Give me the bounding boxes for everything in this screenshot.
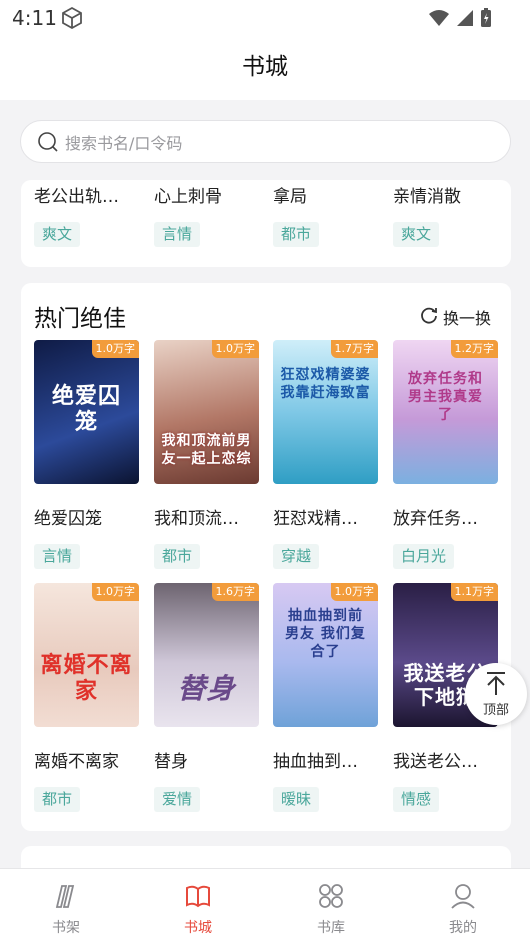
genre-tag: 言情 (34, 544, 81, 569)
cover-title: 我和顶流前男友一起上恋综 (161, 433, 252, 467)
refresh-icon (419, 305, 439, 329)
book-cover: 1.0万字 离婚不离家 (34, 583, 139, 727)
search-input[interactable]: 搜索书名/口令码 (20, 120, 511, 163)
wifi-icon (428, 9, 450, 31)
nav-label: 我的 (449, 920, 477, 936)
word-count-badge: 1.0万字 (91, 340, 139, 358)
nav-bookstore[interactable]: 书城 (132, 869, 264, 942)
bookstore-icon (186, 885, 210, 908)
word-count-badge: 1.7万字 (330, 340, 378, 358)
book-name: 亲情消散 (393, 187, 461, 207)
back-to-top-label: 顶部 (482, 703, 509, 718)
nav-bookshelf[interactable]: 书架 (0, 869, 132, 942)
nav-library[interactable]: 书库 (265, 869, 397, 942)
book-name: 拿局 (273, 187, 307, 207)
status-bar: 4:11 (0, 0, 530, 36)
recommend-card: 老公出轨… 爽文 心上刺骨 言情 拿局 都市 亲情消散 爽文 (21, 180, 511, 267)
book-cover: 1.2万字 放弃任务和男主我真爱了 (393, 340, 498, 484)
book-cover: 1.6万字 替身 (154, 583, 259, 727)
search-area: 搜索书名/口令码 (0, 100, 530, 180)
cover-title: 狂怼戏精婆婆 我靠赶海致富 (280, 367, 371, 401)
book-name: 心上刺骨 (154, 187, 222, 207)
genre-tag: 爽文 (393, 222, 440, 247)
genre-tag: 言情 (154, 222, 201, 247)
nav-label: 书城 (184, 920, 212, 936)
word-count-badge: 1.2万字 (450, 340, 498, 358)
book-cover: 1.0万字 抽血抽到前男友 我们复合了 (273, 583, 378, 727)
genre-tag: 都市 (154, 544, 201, 569)
arrow-up-icon (485, 671, 507, 701)
genre-tag: 暧昧 (273, 787, 320, 812)
genre-tag: 都市 (34, 787, 81, 812)
nav-label: 书库 (317, 920, 345, 936)
book-name: 老公出轨… (34, 187, 119, 207)
book-name: 抽血抽到… (273, 752, 358, 772)
genre-tag: 爽文 (34, 222, 81, 247)
word-count-badge: 1.1万字 (450, 583, 498, 601)
book-cover: 1.7万字 狂怼戏精婆婆 我靠赶海致富 (273, 340, 378, 484)
cube-icon (60, 6, 84, 34)
word-count-badge: 1.0万字 (91, 583, 139, 601)
refresh-label: 换一换 (442, 309, 491, 328)
search-placeholder: 搜索书名/口令码 (65, 134, 183, 153)
word-count-badge: 1.0万字 (211, 340, 259, 358)
hot-section: 热门绝佳 换一换 1.0万字 绝爱囚笼 绝爱囚笼 言情 1.0万字 我和顶流前男… (21, 283, 511, 831)
book-name: 离婚不离家 (34, 752, 119, 772)
status-time: 4:11 (12, 6, 57, 30)
genre-tag: 爱情 (154, 787, 201, 812)
genre-tag: 都市 (273, 222, 320, 247)
book-name: 替身 (154, 752, 188, 772)
bottom-nav: 书架 书城 书库 我的 (0, 868, 530, 942)
book-name: 我送老公… (393, 752, 478, 772)
signal-icon (456, 9, 474, 31)
book-name: 放弃任务… (393, 509, 478, 529)
battery-icon (480, 8, 492, 32)
bookshelf-icon (55, 885, 75, 908)
genre-tag: 情感 (393, 787, 440, 812)
book-cover: 1.0万字 绝爱囚笼 (34, 340, 139, 484)
refresh-button[interactable]: 换一换 (419, 305, 491, 329)
cover-title: 替身 (177, 672, 236, 705)
back-to-top-button[interactable]: 顶部 (465, 663, 527, 725)
cover-title: 离婚不离家 (40, 653, 133, 704)
book-name: 绝爱囚笼 (34, 509, 102, 529)
cover-title: 抽血抽到前男友 我们复合了 (285, 608, 366, 660)
book-name: 我和顶流… (154, 509, 239, 529)
cover-title: 绝爱囚笼 (51, 384, 121, 435)
book-name: 狂怼戏精… (273, 509, 358, 529)
search-icon (37, 131, 59, 157)
nav-profile[interactable]: 我的 (397, 869, 529, 942)
word-count-badge: 1.6万字 (211, 583, 259, 601)
library-icon (319, 884, 343, 908)
system-icons (428, 8, 492, 32)
section-title: 热门绝佳 (34, 306, 126, 332)
word-count-badge: 1.0万字 (330, 583, 378, 601)
title-bar: 书城 (0, 36, 530, 100)
nav-label: 书架 (52, 920, 80, 936)
genre-tag: 穿越 (273, 544, 320, 569)
cover-title: 放弃任务和男主我真爱了 (408, 371, 483, 423)
profile-icon (451, 884, 475, 909)
page-title: 书城 (242, 54, 288, 80)
book-cover: 1.0万字 我和顶流前男友一起上恋综 (154, 340, 259, 484)
genre-tag: 白月光 (393, 544, 455, 569)
